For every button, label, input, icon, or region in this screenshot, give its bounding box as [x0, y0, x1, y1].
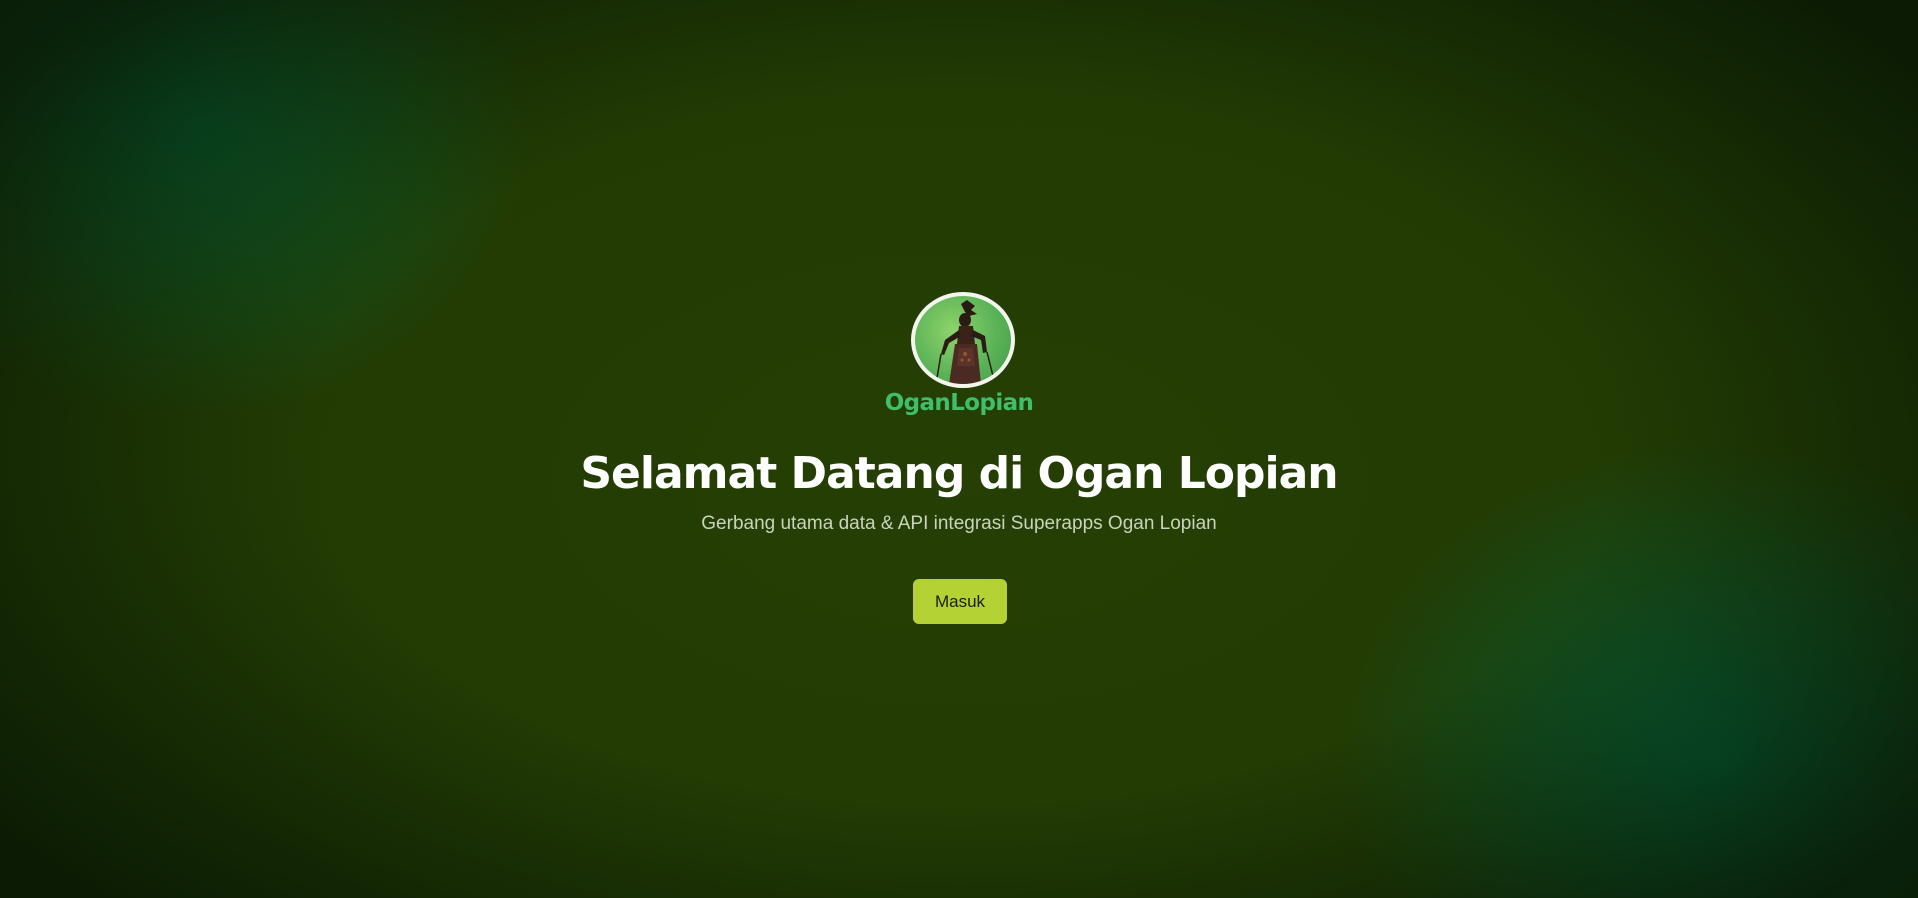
- brand-logo: OganLopian: [881, 292, 1037, 422]
- landing-hero: OganLopian Selamat Datang di Ogan Lopian…: [0, 0, 1918, 898]
- page-title: Selamat Datang di Ogan Lopian: [580, 448, 1338, 499]
- wayang-puppet-icon: [936, 300, 994, 384]
- page-subtitle: Gerbang utama data & API integrasi Super…: [701, 513, 1217, 534]
- login-button[interactable]: Masuk: [913, 579, 1007, 624]
- logo-emblem: [911, 292, 1015, 388]
- brand-name: OganLopian: [884, 390, 1034, 416]
